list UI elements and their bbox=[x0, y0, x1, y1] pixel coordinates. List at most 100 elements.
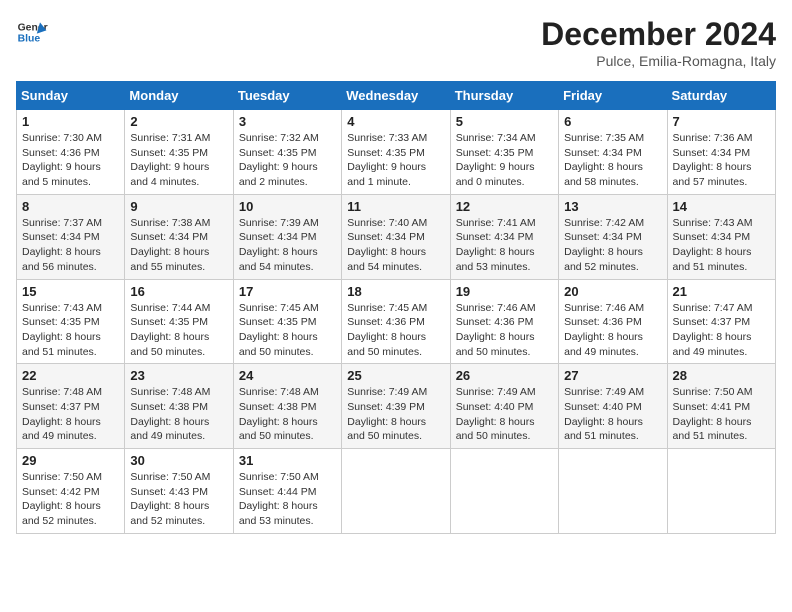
day-number: 16 bbox=[130, 284, 227, 299]
weekday-header-monday: Monday bbox=[125, 82, 233, 110]
day-detail: Sunrise: 7:40 AM Sunset: 4:34 PM Dayligh… bbox=[347, 216, 444, 275]
day-detail: Sunrise: 7:39 AM Sunset: 4:34 PM Dayligh… bbox=[239, 216, 336, 275]
calendar-cell: 29Sunrise: 7:50 AM Sunset: 4:42 PM Dayli… bbox=[17, 449, 125, 534]
location-title: Pulce, Emilia-Romagna, Italy bbox=[541, 53, 776, 69]
day-number: 9 bbox=[130, 199, 227, 214]
calendar-cell: 31 Sunrise: 7:50 AM Sunset: 4:44 PM Dayli… bbox=[233, 449, 341, 534]
calendar-cell: 15 Sunrise: 7:43 AM Sunset: 4:35 PM Dayli… bbox=[17, 279, 125, 364]
month-title: December 2024 bbox=[541, 16, 776, 53]
calendar: SundayMondayTuesdayWednesdayThursdayFrid… bbox=[16, 81, 776, 534]
calendar-cell: 24 Sunrise: 7:48 AM Sunset: 4:38 PM Dayli… bbox=[233, 364, 341, 449]
calendar-cell: 10 Sunrise: 7:39 AM Sunset: 4:34 PM Dayli… bbox=[233, 194, 341, 279]
day-number: 19 bbox=[456, 284, 553, 299]
calendar-cell: 23 Sunrise: 7:48 AM Sunset: 4:38 PM Dayli… bbox=[125, 364, 233, 449]
logo-icon: General Blue bbox=[16, 16, 48, 48]
day-detail: Sunrise: 7:50 AM Sunset: 4:43 PM Dayligh… bbox=[130, 470, 227, 529]
day-number: 25 bbox=[347, 368, 444, 383]
calendar-week-2: 8 Sunrise: 7:37 AM Sunset: 4:34 PM Daylig… bbox=[17, 194, 776, 279]
header: General Blue December 2024 Pulce, Emilia… bbox=[16, 16, 776, 69]
day-number: 1 bbox=[22, 114, 119, 129]
day-number: 17 bbox=[239, 284, 336, 299]
day-number: 2 bbox=[130, 114, 227, 129]
calendar-cell: 25 Sunrise: 7:49 AM Sunset: 4:39 PM Dayli… bbox=[342, 364, 450, 449]
calendar-cell: 16Sunrise: 7:44 AM Sunset: 4:35 PM Dayli… bbox=[125, 279, 233, 364]
day-number: 20 bbox=[564, 284, 661, 299]
day-detail: Sunrise: 7:46 AM Sunset: 4:36 PM Dayligh… bbox=[564, 301, 661, 360]
day-detail: Sunrise: 7:33 AM Sunset: 4:35 PM Dayligh… bbox=[347, 131, 444, 190]
day-detail: Sunrise: 7:48 AM Sunset: 4:38 PM Dayligh… bbox=[239, 385, 336, 444]
day-detail: Sunrise: 7:34 AM Sunset: 4:35 PM Dayligh… bbox=[456, 131, 553, 190]
day-detail: Sunrise: 7:50 AM Sunset: 4:41 PM Dayligh… bbox=[673, 385, 770, 444]
day-detail: Sunrise: 7:32 AM Sunset: 4:35 PM Dayligh… bbox=[239, 131, 336, 190]
day-number: 31 bbox=[239, 453, 336, 468]
weekday-header-row: SundayMondayTuesdayWednesdayThursdayFrid… bbox=[17, 82, 776, 110]
calendar-cell: 27 Sunrise: 7:49 AM Sunset: 4:40 PM Dayli… bbox=[559, 364, 667, 449]
day-number: 12 bbox=[456, 199, 553, 214]
calendar-cell: 13 Sunrise: 7:42 AM Sunset: 4:34 PM Dayli… bbox=[559, 194, 667, 279]
day-detail: Sunrise: 7:49 AM Sunset: 4:40 PM Dayligh… bbox=[564, 385, 661, 444]
calendar-cell: 26 Sunrise: 7:49 AM Sunset: 4:40 PM Dayli… bbox=[450, 364, 558, 449]
calendar-cell bbox=[559, 449, 667, 534]
day-number: 29 bbox=[22, 453, 119, 468]
day-detail: Sunrise: 7:30 AM Sunset: 4:36 PM Dayligh… bbox=[22, 131, 119, 190]
day-detail: Sunrise: 7:47 AM Sunset: 4:37 PM Dayligh… bbox=[673, 301, 770, 360]
calendar-cell bbox=[667, 449, 775, 534]
calendar-cell: 7Sunrise: 7:36 AM Sunset: 4:34 PM Daylig… bbox=[667, 110, 775, 195]
weekday-header-thursday: Thursday bbox=[450, 82, 558, 110]
calendar-cell bbox=[450, 449, 558, 534]
day-number: 3 bbox=[239, 114, 336, 129]
day-number: 18 bbox=[347, 284, 444, 299]
svg-text:Blue: Blue bbox=[18, 34, 41, 45]
calendar-cell: 12 Sunrise: 7:41 AM Sunset: 4:34 PM Dayli… bbox=[450, 194, 558, 279]
calendar-cell: 2 Sunrise: 7:31 AM Sunset: 4:35 PM Daylig… bbox=[125, 110, 233, 195]
day-number: 22 bbox=[22, 368, 119, 383]
day-number: 11 bbox=[347, 199, 444, 214]
day-detail: Sunrise: 7:49 AM Sunset: 4:39 PM Dayligh… bbox=[347, 385, 444, 444]
calendar-cell: 28 Sunrise: 7:50 AM Sunset: 4:41 PM Dayli… bbox=[667, 364, 775, 449]
day-detail: Sunrise: 7:43 AM Sunset: 4:35 PM Dayligh… bbox=[22, 301, 119, 360]
calendar-cell: 17 Sunrise: 7:45 AM Sunset: 4:35 PM Dayli… bbox=[233, 279, 341, 364]
calendar-cell bbox=[342, 449, 450, 534]
day-detail: Sunrise: 7:35 AM Sunset: 4:34 PM Dayligh… bbox=[564, 131, 661, 190]
day-detail: Sunrise: 7:45 AM Sunset: 4:35 PM Dayligh… bbox=[239, 301, 336, 360]
calendar-cell: 8 Sunrise: 7:37 AM Sunset: 4:34 PM Daylig… bbox=[17, 194, 125, 279]
day-detail: Sunrise: 7:48 AM Sunset: 4:37 PM Dayligh… bbox=[22, 385, 119, 444]
day-detail: Sunrise: 7:50 AM Sunset: 4:44 PM Dayligh… bbox=[239, 470, 336, 529]
day-detail: Sunrise: 7:45 AM Sunset: 4:36 PM Dayligh… bbox=[347, 301, 444, 360]
weekday-header-saturday: Saturday bbox=[667, 82, 775, 110]
day-number: 23 bbox=[130, 368, 227, 383]
day-number: 14 bbox=[673, 199, 770, 214]
weekday-header-sunday: Sunday bbox=[17, 82, 125, 110]
day-number: 24 bbox=[239, 368, 336, 383]
day-number: 28 bbox=[673, 368, 770, 383]
calendar-cell: 6 Sunrise: 7:35 AM Sunset: 4:34 PM Daylig… bbox=[559, 110, 667, 195]
weekday-header-wednesday: Wednesday bbox=[342, 82, 450, 110]
day-detail: Sunrise: 7:31 AM Sunset: 4:35 PM Dayligh… bbox=[130, 131, 227, 190]
calendar-cell: 9 Sunrise: 7:38 AM Sunset: 4:34 PM Daylig… bbox=[125, 194, 233, 279]
calendar-cell: 18 Sunrise: 7:45 AM Sunset: 4:36 PM Dayli… bbox=[342, 279, 450, 364]
day-detail: Sunrise: 7:49 AM Sunset: 4:40 PM Dayligh… bbox=[456, 385, 553, 444]
day-number: 6 bbox=[564, 114, 661, 129]
calendar-cell: 21Sunrise: 7:47 AM Sunset: 4:37 PM Dayli… bbox=[667, 279, 775, 364]
logo: General Blue bbox=[16, 16, 48, 48]
day-detail: Sunrise: 7:42 AM Sunset: 4:34 PM Dayligh… bbox=[564, 216, 661, 275]
day-number: 5 bbox=[456, 114, 553, 129]
calendar-week-5: 29Sunrise: 7:50 AM Sunset: 4:42 PM Dayli… bbox=[17, 449, 776, 534]
day-detail: Sunrise: 7:36 AM Sunset: 4:34 PM Dayligh… bbox=[673, 131, 770, 190]
day-detail: Sunrise: 7:48 AM Sunset: 4:38 PM Dayligh… bbox=[130, 385, 227, 444]
title-area: December 2024 Pulce, Emilia-Romagna, Ita… bbox=[541, 16, 776, 69]
day-detail: Sunrise: 7:38 AM Sunset: 4:34 PM Dayligh… bbox=[130, 216, 227, 275]
day-number: 26 bbox=[456, 368, 553, 383]
day-number: 10 bbox=[239, 199, 336, 214]
calendar-cell: 4 Sunrise: 7:33 AM Sunset: 4:35 PM Daylig… bbox=[342, 110, 450, 195]
calendar-week-3: 15 Sunrise: 7:43 AM Sunset: 4:35 PM Dayli… bbox=[17, 279, 776, 364]
calendar-cell: 1 Sunrise: 7:30 AM Sunset: 4:36 PM Daylig… bbox=[17, 110, 125, 195]
day-number: 8 bbox=[22, 199, 119, 214]
calendar-week-4: 22 Sunrise: 7:48 AM Sunset: 4:37 PM Dayli… bbox=[17, 364, 776, 449]
day-number: 15 bbox=[22, 284, 119, 299]
day-number: 4 bbox=[347, 114, 444, 129]
day-detail: Sunrise: 7:41 AM Sunset: 4:34 PM Dayligh… bbox=[456, 216, 553, 275]
day-detail: Sunrise: 7:37 AM Sunset: 4:34 PM Dayligh… bbox=[22, 216, 119, 275]
day-number: 27 bbox=[564, 368, 661, 383]
day-number: 13 bbox=[564, 199, 661, 214]
